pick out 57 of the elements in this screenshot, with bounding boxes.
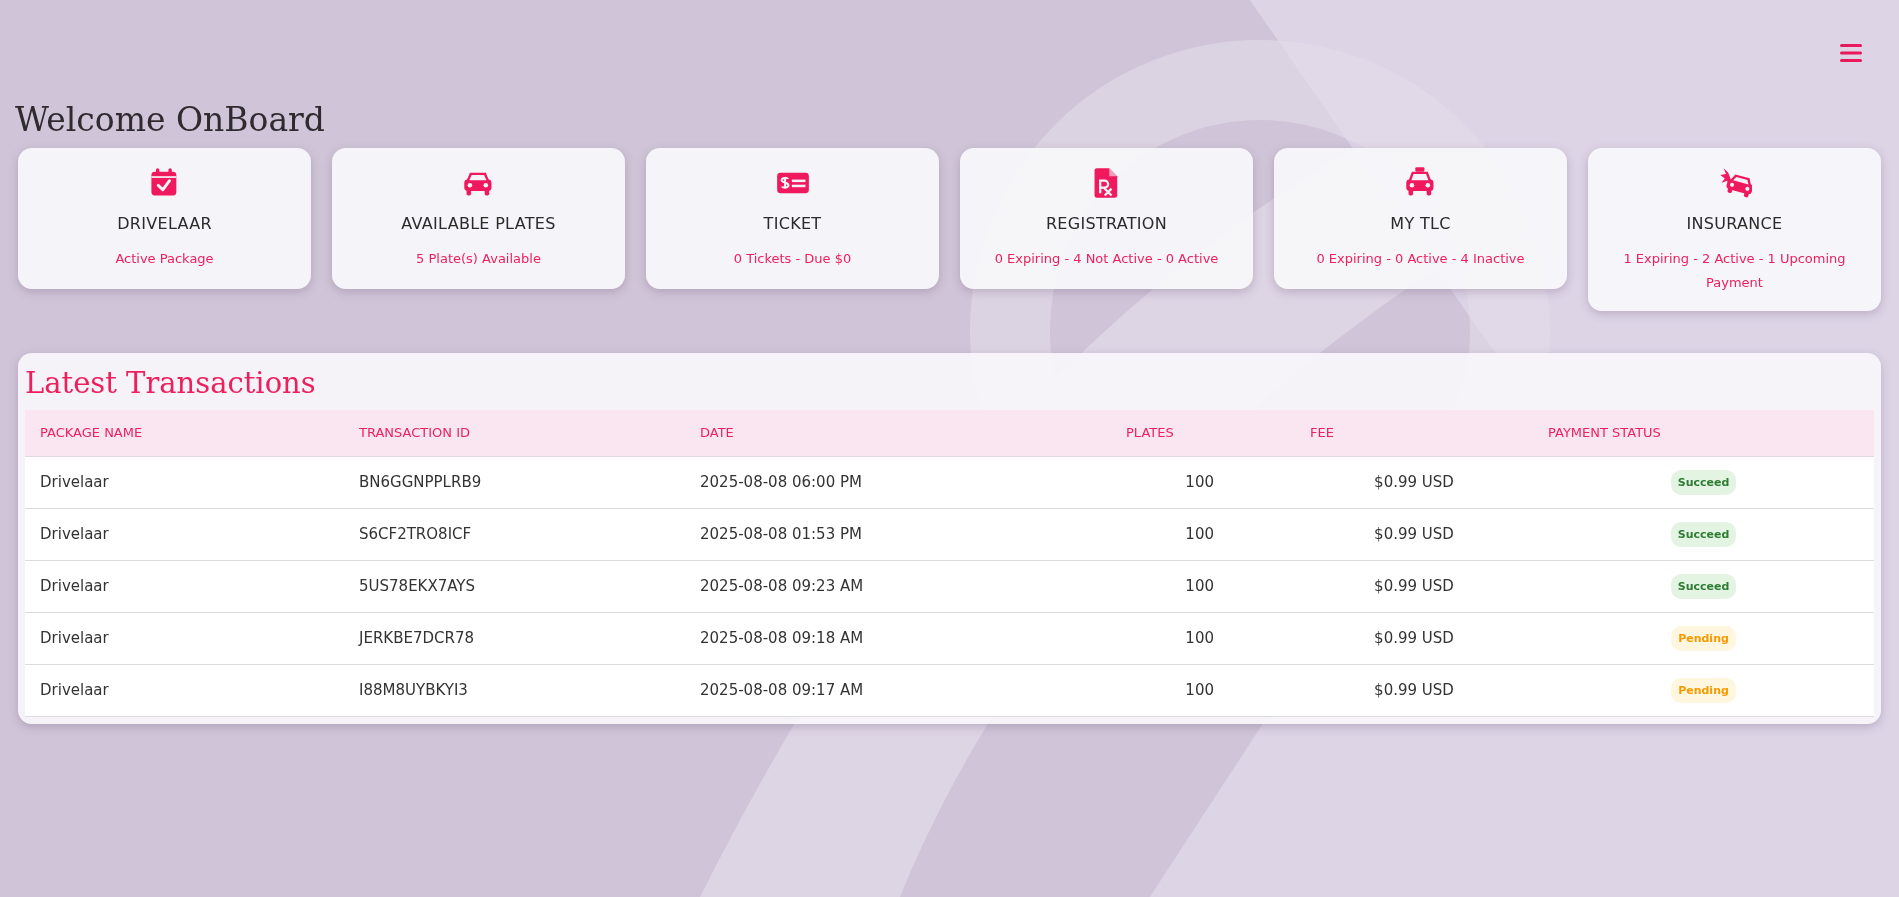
column-header: PAYMENT STATUS (1533, 410, 1874, 456)
card-title: MY TLC (1390, 214, 1451, 233)
table-cell: $0.99 USD (1374, 577, 1454, 595)
section-title: Latest Transactions (25, 365, 316, 401)
table-cell: $0.99 USD (1374, 629, 1454, 647)
card-subtitle: Active Package (115, 250, 214, 268)
table-cell: 2025-08-08 09:17 AM (700, 681, 864, 699)
table-cell: Drivelaar (40, 629, 109, 647)
card-subtitle: 5 Plate(s) Available (416, 250, 541, 268)
dashboard-card[interactable]: REGISTRATION 0 Expiring - 4 Not Active - 0 Active (960, 148, 1253, 289)
table-cell: 2025-08-08 01:53 PM (700, 525, 862, 543)
dashboard-card[interactable]: INSURANCE 1 Expiring - 2 Active - 1 Upcoming Payment (1588, 148, 1881, 311)
card-title: AVAILABLE PLATES (401, 214, 556, 233)
status-badge: Pending (1671, 677, 1736, 703)
dashboard-card[interactable]: MY TLC 0 Expiring - 0 Active - 4 Inactive (1274, 148, 1567, 289)
card-title: TICKET (763, 214, 822, 233)
dashboard-card[interactable]: TICKET 0 Tickets - Due $0 (646, 148, 939, 289)
dashboard-card[interactable]: DRIVELAAR Active Package (18, 148, 311, 289)
table-cell: Drivelaar (40, 577, 109, 595)
page-title: Welcome OnBoard (15, 99, 326, 141)
table-cell: $0.99 USD (1374, 525, 1454, 543)
table-cell: 100 (1185, 681, 1214, 699)
card-subtitle: 0 Expiring - 0 Active - 4 Inactive (1316, 250, 1525, 268)
table-cell: Drivelaar (40, 681, 109, 699)
table-cell: S6CF2TRO8ICF (359, 525, 472, 543)
column-header: DATE (685, 410, 1111, 456)
status-badge: Succeed (1670, 469, 1737, 495)
table-cell: 100 (1185, 473, 1214, 491)
status-badge: Succeed (1670, 573, 1737, 599)
column-header: PLATES (1111, 410, 1295, 456)
table-cell: 2025-08-08 09:23 AM (700, 577, 864, 595)
card-title: REGISTRATION (1045, 214, 1168, 233)
card-title: DRIVELAAR (117, 214, 212, 233)
table-cell: I88M8UYBKYI3 (359, 681, 468, 699)
table-cell: Drivelaar (40, 473, 109, 491)
column-header: PACKAGE NAME (25, 410, 344, 456)
card-subtitle: 0 Tickets - Due $0 (733, 250, 852, 268)
status-badge: Succeed (1670, 521, 1737, 547)
table-cell: Drivelaar (40, 525, 109, 543)
table-cell: BN6GGNPPLRB9 (359, 473, 482, 491)
table-cell: 2025-08-08 06:00 PM (700, 473, 862, 491)
table-cell: 5US78EKX7AYS (359, 577, 476, 595)
status-badge: Pending (1671, 625, 1736, 651)
dashboard-card[interactable]: AVAILABLE PLATES 5 Plate(s) Available (332, 148, 625, 289)
table-cell: JERKBE7DCR78 (359, 629, 474, 647)
table-cell: $0.99 USD (1374, 473, 1454, 491)
card-subtitle: 0 Expiring - 4 Not Active - 0 Active (994, 250, 1219, 268)
card-subtitle: 1 Expiring - 2 Active - 1 Upcoming Payment (1622, 250, 1847, 292)
column-header: TRANSACTION ID (344, 410, 685, 456)
table-cell: 100 (1185, 525, 1214, 543)
card-title: INSURANCE (1686, 214, 1783, 233)
table-cell: $0.99 USD (1374, 681, 1454, 699)
column-header: FEE (1295, 410, 1533, 456)
table-cell: 2025-08-08 09:18 AM (700, 629, 864, 647)
table-cell: 100 (1185, 629, 1214, 647)
menu-button[interactable] (1840, 43, 1862, 63)
table-cell: 100 (1185, 577, 1214, 595)
